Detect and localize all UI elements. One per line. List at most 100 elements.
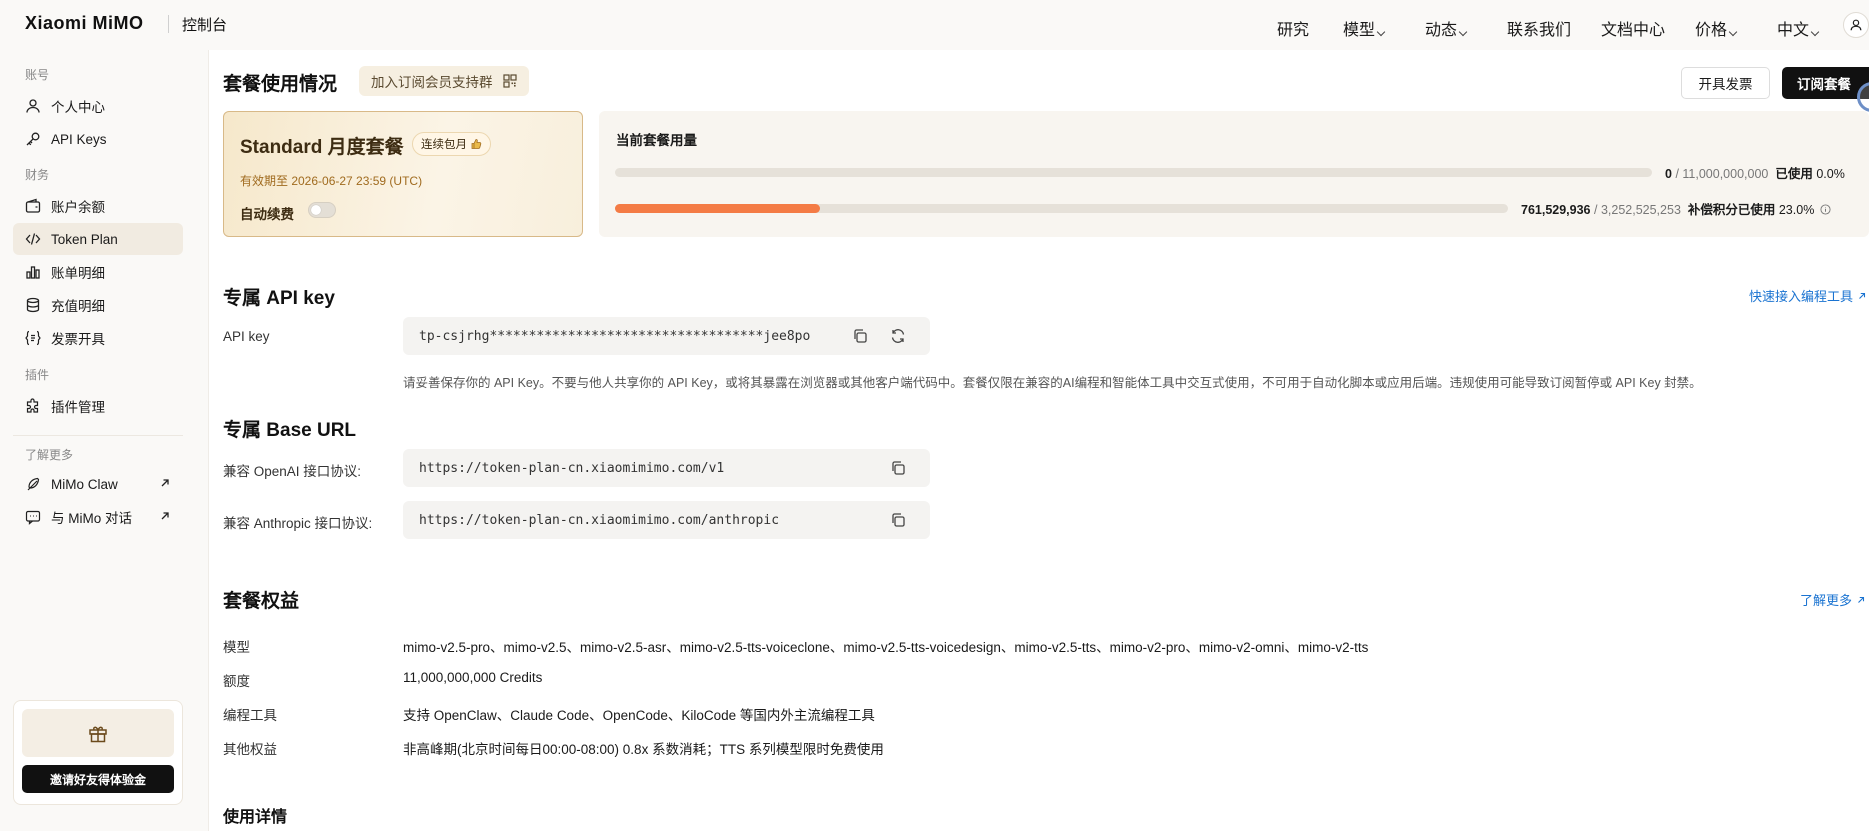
qr-code-icon [502, 74, 517, 88]
group-finance: 财务 [25, 168, 50, 182]
sidebar-divider [13, 435, 183, 436]
quick-setup-link[interactable]: 快速接入编程工具 [1749, 286, 1867, 305]
api-key-value: tp-csjrhg*******************************… [419, 328, 811, 344]
chevron-down-icon [1376, 27, 1386, 37]
api-key-section-title: 专属 API key [223, 288, 335, 309]
code-icon [25, 233, 41, 245]
sidebar-item-profile[interactable]: 个人中心 [13, 90, 183, 122]
external-link-icon [1859, 292, 1866, 299]
api-key-field[interactable]: tp-csjrhg*******************************… [403, 317, 930, 355]
issue-invoice-button[interactable]: 开具发票 [1681, 67, 1770, 99]
bonus-label: 补偿积分已使用 [1687, 203, 1776, 217]
sidebar-item-balance[interactable]: 账户余额 [13, 190, 183, 222]
copy-icon[interactable] [852, 328, 868, 344]
sidebar-item-invoices[interactable]: 发票开具 [13, 322, 183, 354]
usage-title: 当前套餐用量 [616, 133, 697, 148]
quick-setup-label: 快速接入编程工具 [1749, 289, 1854, 304]
base-url-section-title: 专属 Base URL [223, 420, 357, 441]
nav-label: 中文 [1777, 22, 1810, 39]
external-link-icon [161, 479, 169, 487]
brand-logo[interactable]: Xiaomi MiMO [25, 13, 144, 34]
auto-renew-toggle[interactable] [308, 202, 336, 218]
anthropic-label: 兼容 Anthropic 接口协议: [223, 516, 373, 531]
sidebar-item-mimo-chat[interactable]: 与 MiMo 对话 [13, 501, 183, 533]
chat-icon [25, 510, 41, 525]
nav-news[interactable]: 动态 [1425, 16, 1468, 40]
wallet-icon [25, 198, 41, 213]
copy-icon[interactable] [890, 512, 906, 528]
group-plugins: 插件 [25, 368, 50, 382]
avatar[interactable] [1843, 12, 1869, 38]
nav-research[interactable]: 研究 [1277, 16, 1309, 40]
anthropic-url-field[interactable]: https://token-plan-cn.xiaomimimo.com/ant… [403, 501, 930, 539]
chevron-down-icon [1810, 27, 1820, 37]
api-key-label: API key [223, 329, 270, 344]
benefit-row-label: 额度 [223, 674, 250, 689]
bonus-row-text: 761,529,936 / 3,252,525,253 补偿积分已使用 23.0… [1521, 199, 1831, 218]
group-account: 账号 [25, 68, 50, 82]
sidebar-item-api-keys[interactable]: API Keys [13, 123, 183, 155]
benefit-row-value: 11,000,000,000 Credits [403, 670, 543, 685]
bonus-progress-fill [615, 204, 821, 213]
plan-card: Standard 月度套餐 连续包月 有效期至 2026-06-27 23:59… [223, 111, 583, 237]
plan-expiry: 有效期至 2026-06-27 23:59 (UTC) [240, 174, 423, 188]
nav-models[interactable]: 模型 [1343, 16, 1386, 40]
bonus-progress-bar [615, 204, 1508, 213]
benefit-row-label: 其他权益 [223, 742, 277, 757]
group-more: 了解更多 [25, 448, 74, 462]
chevron-down-icon [1458, 27, 1468, 37]
sidebar-item-label: 个人中心 [51, 100, 105, 115]
sidebar-item-label: 充值明细 [51, 299, 105, 314]
user-icon [1850, 19, 1862, 31]
pill-label: 加入订阅会员支持群 [371, 75, 493, 90]
sidebar-item-mimo-claw[interactable]: MiMo Claw [13, 468, 183, 500]
sidebar-item-recharges[interactable]: 充值明细 [13, 289, 183, 321]
invite-friends-button[interactable]: 邀请好友得体验金 [22, 765, 174, 793]
api-key-warning: 请妥善保存你的 API Key。不要与他人共享你的 API Key，或将其暴露在… [403, 376, 1702, 390]
join-group-pill[interactable]: 加入订阅会员支持群 [359, 66, 529, 96]
benefits-section-title: 套餐权益 [223, 591, 300, 612]
nav-label: 研究 [1277, 22, 1310, 39]
nav-label: 文档中心 [1601, 22, 1666, 39]
nav-docs[interactable]: 文档中心 [1601, 16, 1665, 40]
user-icon [26, 99, 40, 113]
nav-pricing[interactable]: 价格 [1695, 16, 1738, 40]
gift-icon [89, 726, 107, 743]
invoice-icon [25, 330, 41, 346]
nav-language[interactable]: 中文 [1777, 16, 1820, 40]
openai-label: 兼容 OpenAI 接口协议: [223, 464, 362, 479]
top-bar: Xiaomi MiMO 控制台 研究 模型 动态 联系我们 文档中心 价格 中文 [0, 0, 1869, 50]
sidebar-item-label: 与 MiMo 对话 [51, 511, 132, 526]
learn-more-link[interactable]: 了解更多 [1800, 590, 1866, 609]
copy-icon[interactable] [890, 460, 906, 476]
benefit-row-value: 支持 OpenClaw、Claude Code、OpenCode、KiloCod… [403, 708, 875, 723]
bonus-used: 761,529,936 [1521, 203, 1591, 217]
info-icon[interactable] [1820, 204, 1831, 215]
bar-chart-icon [26, 266, 40, 279]
openai-url-field[interactable]: https://token-plan-cn.xiaomimimo.com/v1 [403, 449, 930, 487]
benefit-row-label: 模型 [223, 640, 250, 655]
bonus-total: 3,252,525,253 [1600, 203, 1681, 217]
nav-contact[interactable]: 联系我们 [1507, 16, 1571, 40]
sidebar-item-label: MiMo Claw [51, 476, 118, 492]
usage-progress-bar [615, 168, 1652, 177]
openai-url: https://token-plan-cn.xiaomimimo.com/v1 [419, 460, 725, 476]
console-title: 控制台 [182, 17, 228, 34]
auto-renew-label: 自动续费 [240, 207, 294, 222]
usage-row-text: 0 / 11,000,000,000 已使用 0.0% [1665, 167, 1845, 181]
sidebar-item-label: API Keys [51, 131, 107, 147]
sidebar-item-token-plan[interactable]: Token Plan [13, 223, 183, 255]
refresh-icon[interactable] [890, 328, 906, 344]
subscribe-plan-button[interactable]: 订阅套餐 [1782, 67, 1869, 99]
benefit-row-value: mimo-v2.5-pro、mimo-v2.5、mimo-v2.5-asr、mi… [403, 640, 1369, 655]
plan-badge-label: 连续包月 [421, 139, 467, 151]
sidebar-item-plugins[interactable]: 插件管理 [13, 390, 183, 422]
usage-percent: 0.0% [1816, 167, 1845, 181]
sidebar-item-label: 插件管理 [51, 400, 105, 415]
bonus-percent: 23.0% [1778, 203, 1815, 217]
anthropic-url: https://token-plan-cn.xiaomimimo.com/ant… [419, 512, 780, 528]
puzzle-icon [26, 398, 39, 413]
feather-icon [27, 477, 40, 491]
sidebar-item-bills[interactable]: 账单明细 [13, 256, 183, 288]
plan-name: Standard 月度套餐 [240, 137, 404, 158]
